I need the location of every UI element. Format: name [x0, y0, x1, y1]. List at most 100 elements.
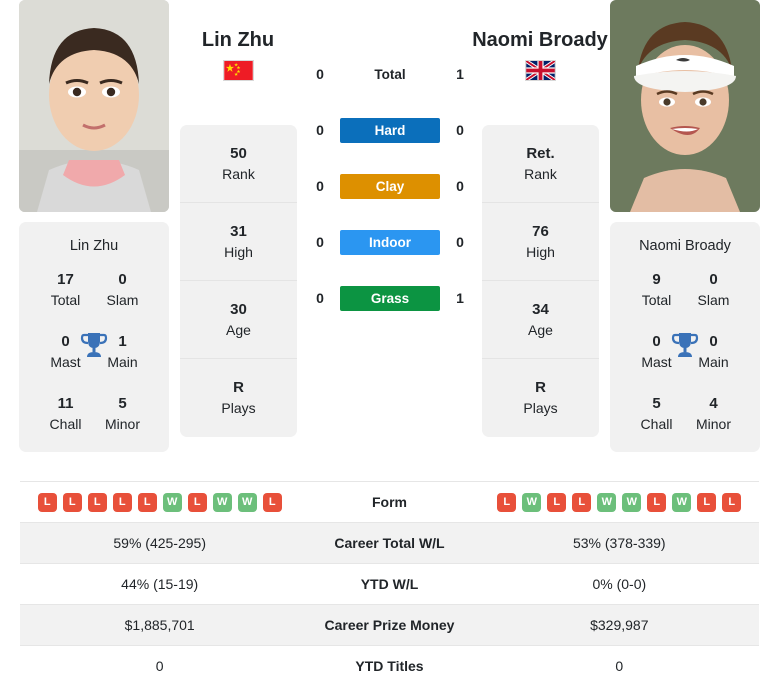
- form-cell-left: LLLLLWLWWL: [20, 481, 300, 523]
- titles-card-name-right: Naomi Broady: [639, 238, 731, 254]
- h2h-score-right: 0: [456, 178, 464, 194]
- row-label: YTD W/L: [299, 563, 480, 605]
- stat-rank: 50 Rank: [180, 125, 297, 203]
- stat-value: 0: [709, 271, 718, 288]
- titles-row: 0 Mast 0 Main: [616, 332, 754, 372]
- stat-value: 11: [57, 395, 74, 412]
- row-label: Form: [299, 481, 480, 523]
- h2h-label[interactable]: Grass: [340, 285, 440, 311]
- stat-value: R: [233, 379, 244, 396]
- stat-value: 76: [532, 222, 549, 240]
- stat-label: Total: [50, 292, 81, 308]
- form-badge-loss[interactable]: L: [547, 492, 567, 512]
- h2h-label[interactable]: Clay: [340, 173, 440, 199]
- stat-value: 50: [230, 144, 247, 162]
- stat-value: 9: [652, 271, 661, 288]
- stat-total: 9 Total: [628, 270, 685, 310]
- stat-label: Slam: [106, 292, 139, 308]
- stat-label: Minor: [695, 416, 731, 432]
- table-row: $1,885,701 Career Prize Money $329,987: [20, 604, 759, 646]
- form-badge-loss[interactable]: L: [647, 492, 667, 512]
- h2h-label[interactable]: Indoor: [340, 229, 440, 255]
- stat-high: 31 High: [180, 203, 297, 281]
- h2h-score-right: 0: [456, 122, 464, 138]
- value-right: 53% (378-339): [479, 522, 759, 564]
- value-left: $1,885,701: [20, 604, 300, 646]
- h2h-score-left: 0: [316, 66, 324, 82]
- form-badge-loss[interactable]: L: [37, 492, 57, 512]
- value-left: 0: [20, 645, 300, 687]
- stat-slam: 0 Slam: [94, 270, 151, 310]
- stat-chall: 5 Chall: [628, 394, 685, 434]
- form-badge-loss[interactable]: L: [572, 492, 592, 512]
- form-badge-win[interactable]: W: [237, 492, 257, 512]
- trophy-icon: [80, 330, 108, 365]
- form-badge-loss[interactable]: L: [62, 492, 82, 512]
- stat-value: 30: [230, 300, 247, 318]
- titles-card-left: Lin Zhu 17 Total 0 Slam 0 Mast 1 Main 11…: [19, 222, 169, 452]
- comparison-stats-table: LLLLLWLWWL Form LWLLWWLWLL 59% (425-295)…: [20, 481, 759, 687]
- row-label: YTD Titles: [299, 645, 480, 687]
- form-badge-loss[interactable]: L: [497, 492, 517, 512]
- value-right: 0% (0-0): [479, 563, 759, 605]
- stat-total: 17 Total: [37, 270, 94, 310]
- form-badge-loss[interactable]: L: [722, 492, 742, 512]
- titles-card-right: Naomi Broady 9 Total 0 Slam 0 Mast 0 Mai…: [610, 222, 760, 452]
- form-badge-win[interactable]: W: [597, 492, 617, 512]
- titles-row: 17 Total 0 Slam: [25, 270, 163, 310]
- stat-value: Ret.: [526, 144, 555, 162]
- row-label: Career Prize Money: [299, 604, 480, 646]
- stat-column-left: 50 Rank 31 High 30 Age R Plays: [180, 125, 297, 437]
- player-name-left: Lin Zhu: [201, 29, 275, 51]
- form-badge-win[interactable]: W: [162, 492, 182, 512]
- h2h-row-grass: 0 Grass 1: [300, 284, 480, 312]
- h2h-label: Total: [374, 66, 406, 82]
- head-to-head-column: 0 Total 1 0 Hard 0 0 Clay 0 0 Indoor 0 0…: [300, 60, 480, 312]
- stat-chall: 11 Chall: [37, 394, 94, 434]
- value-right: $329,987: [479, 604, 759, 646]
- value-left: 59% (425-295): [20, 522, 300, 564]
- form-badges-left: LLLLLWLWWL: [20, 492, 299, 512]
- titles-row: 9 Total 0 Slam: [616, 270, 754, 310]
- form-badge-loss[interactable]: L: [112, 492, 132, 512]
- titles-row: 11 Chall 5 Minor: [25, 394, 163, 434]
- value-left: 44% (15-19): [20, 563, 300, 605]
- form-badge-loss[interactable]: L: [87, 492, 107, 512]
- form-badge-win[interactable]: W: [212, 492, 232, 512]
- stat-value: 5: [652, 395, 661, 412]
- gb-flag-icon: [524, 60, 556, 81]
- form-cell-right: LWLLWWLWLL: [479, 481, 759, 523]
- form-badge-loss[interactable]: L: [187, 492, 207, 512]
- cn-flag-icon: [222, 60, 254, 81]
- stat-label: Plays: [523, 400, 558, 416]
- stat-minor: 4 Minor: [685, 394, 742, 434]
- h2h-score-right: 0: [456, 234, 464, 250]
- stat-label: Plays: [221, 400, 256, 416]
- player-photo-right: [610, 0, 760, 212]
- titles-row: 0 Mast 1 Main: [25, 332, 163, 372]
- form-badge-win[interactable]: W: [672, 492, 692, 512]
- form-badge-win[interactable]: W: [522, 492, 542, 512]
- stat-value: 5: [118, 395, 127, 412]
- stat-label: Rank: [222, 165, 255, 182]
- h2h-row-indoor: 0 Indoor 0: [300, 228, 480, 256]
- form-badge-win[interactable]: W: [622, 492, 642, 512]
- stat-plays: R Plays: [180, 359, 297, 437]
- h2h-label[interactable]: Hard: [340, 117, 440, 143]
- form-badge-loss[interactable]: L: [137, 492, 157, 512]
- player-comparison-panel: Lin Zhu Naomi Broady Lin Zhu 17 Total 0 …: [0, 0, 779, 470]
- trophy-icon: [671, 330, 699, 365]
- form-badges-right: LWLLWWLWLL: [480, 492, 759, 512]
- stat-value: 17: [57, 271, 74, 288]
- h2h-score-right: 1: [456, 290, 464, 306]
- stat-column-right: Ret. Rank 76 High 34 Age R Plays: [482, 125, 599, 437]
- player-column-left: Lin Zhu 17 Total 0 Slam 0 Mast 1 Main 11…: [19, 0, 169, 452]
- table-row: 0 YTD Titles 0: [20, 645, 759, 687]
- stat-label: Minor: [104, 416, 140, 432]
- stat-minor: 5 Minor: [94, 394, 151, 434]
- form-badge-loss[interactable]: L: [697, 492, 717, 512]
- form-badge-loss[interactable]: L: [262, 492, 282, 512]
- table-row: 44% (15-19) YTD W/L 0% (0-0): [20, 563, 759, 605]
- h2h-row-clay: 0 Clay 0: [300, 172, 480, 200]
- stat-value: 0: [118, 271, 127, 288]
